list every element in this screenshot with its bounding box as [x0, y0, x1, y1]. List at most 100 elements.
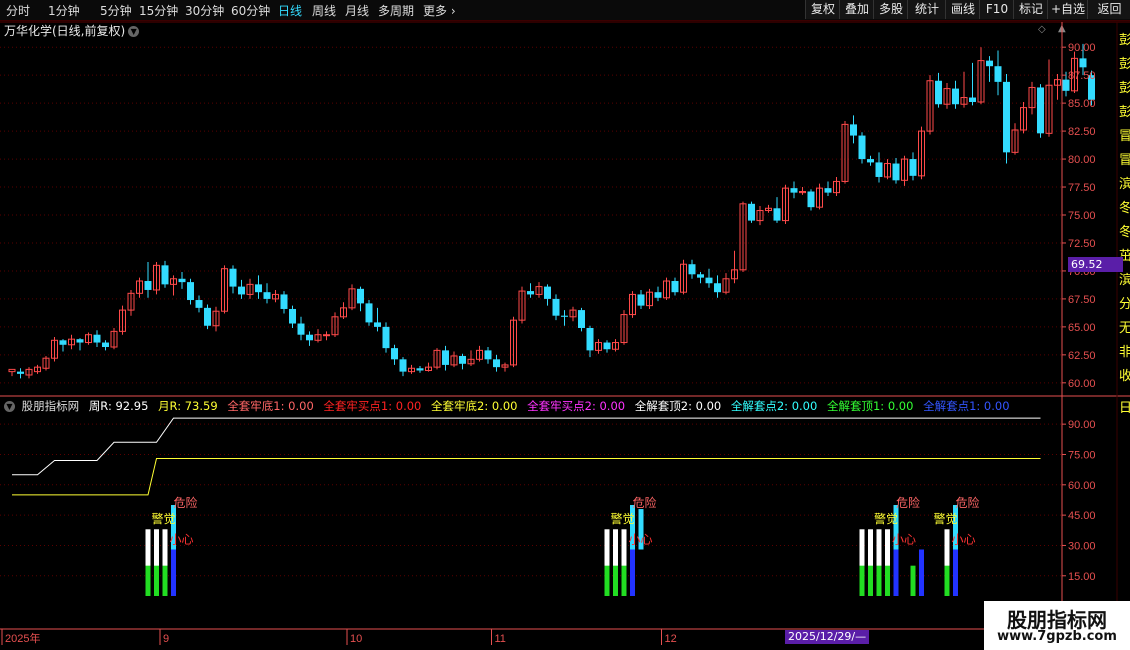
candle-body-down [187, 282, 194, 301]
y-tick-label: 90.00 [1068, 42, 1096, 54]
candle-body-down [807, 191, 815, 208]
y-tick-label: 82.50 [1068, 126, 1096, 138]
signal-bar-green [885, 565, 890, 596]
annotation-danger: 危险 [174, 495, 198, 510]
candle-body-down [365, 303, 373, 323]
candle-body-down [986, 60, 993, 67]
candle-body-down [705, 277, 713, 284]
annotation-alert: 警觉 [611, 511, 635, 526]
y-tick-label: 85.00 [1068, 98, 1096, 110]
candle-body-down [195, 300, 203, 308]
side-glyph: 滨 [1119, 272, 1130, 288]
candle-body-down [561, 315, 568, 317]
annotation-careful: 小心 [629, 532, 653, 546]
candle-body-down [952, 88, 959, 105]
candle-body-down [229, 268, 237, 287]
candle-body-down [637, 294, 645, 306]
y-tick-label: 77.50 [1068, 182, 1096, 194]
signal-bar-green [613, 565, 618, 596]
y-tick-label: 60.00 [1068, 378, 1096, 390]
candle-body-down [374, 322, 381, 327]
side-glyph: 冒 [1119, 129, 1130, 144]
candle-body-down [790, 188, 798, 193]
side-glyph: 彭 [1119, 105, 1130, 120]
signal-bar-green [621, 565, 627, 596]
candle-body-down [59, 340, 67, 345]
candle-body-down [442, 350, 449, 365]
chart-canvas[interactable]: 危险警觉小心 危险警觉小心 危险警觉小心 危险警觉小心 60.00 62.50 65.00… [0, 0, 1130, 650]
annotation-danger: 危险 [633, 495, 657, 510]
side-glyph: 冬 [1119, 224, 1130, 240]
candle-body-down [1079, 58, 1087, 68]
candle-body-down [586, 327, 594, 351]
candle-body-down [144, 281, 152, 290]
annotation-careful: 小心 [952, 532, 976, 546]
side-glyph: 冒 [1119, 153, 1130, 168]
candle-body-down [280, 294, 288, 309]
site-logo: 股朋指标网 www.7gpzb.com [984, 601, 1130, 650]
candle-body-down [178, 278, 186, 283]
side-glyph: 滨 [1119, 176, 1130, 192]
candle-body-down [858, 135, 866, 160]
candle-body-down [76, 339, 84, 343]
x-tick-label: 11 [495, 633, 506, 645]
candle-body-down [748, 203, 755, 221]
candle-body-down [484, 350, 492, 360]
annotation-alert: 警觉 [152, 511, 176, 526]
candle-body-down [994, 66, 1002, 82]
logo-url: www.7gpzb.com [997, 629, 1117, 644]
legend-month-r: 月R: 73.59 [158, 399, 218, 413]
signal-bar-blue [171, 549, 176, 596]
candle-body-up [323, 334, 330, 337]
grid-layer [0, 21, 1130, 650]
y-tick-label: 62.50 [1068, 350, 1096, 362]
annotation-alert: 警觉 [934, 511, 958, 526]
cursor-date-box: 2025/12/29/— [785, 630, 870, 644]
candle-body-down [204, 307, 211, 326]
candle-body-down [161, 265, 169, 285]
candle-body-down [552, 298, 560, 316]
candle-body-down [935, 80, 942, 105]
signal-bar-blue [919, 549, 924, 596]
candle-body-down [969, 97, 976, 103]
side-glyph: 冬 [1119, 200, 1130, 216]
indicator-menu-icon[interactable]: ▼ [4, 401, 15, 412]
side-glyph: 彭 [1119, 33, 1130, 48]
candle-body-down [544, 286, 551, 299]
annotation-danger: 危险 [956, 495, 980, 510]
candle-body-down [255, 284, 262, 293]
signal-bar-green [145, 565, 151, 596]
candle-body-down [714, 283, 721, 293]
candle-body-down [1037, 87, 1044, 134]
signal-bar-blue [630, 549, 635, 596]
candle-body-down [671, 281, 679, 293]
candle-body-down [493, 359, 500, 368]
candle-body-down [875, 162, 883, 177]
candle-body-down [1003, 81, 1010, 153]
side-glyph: 彭 [1119, 81, 1130, 96]
annotation-danger: 危险 [896, 495, 920, 510]
y-tick-label: 75.00 [1068, 210, 1096, 222]
y-tick-label: 72.50 [1068, 238, 1096, 250]
y-tick-label: 67.50 [1068, 294, 1096, 306]
legend-jietao-point-1: 全解套点1: 0.00 [923, 399, 1010, 413]
candle-body-down [238, 286, 245, 295]
ind-y-tick-label: 75.00 [1068, 449, 1096, 461]
candle-body-down [824, 188, 832, 193]
signal-bar-green [859, 565, 865, 596]
candle-body-down [382, 326, 390, 349]
y-tick-label: 65.00 [1068, 322, 1096, 334]
candle-body-down [306, 334, 313, 341]
signal-bar-green [604, 565, 610, 596]
candle-body-down [93, 334, 101, 343]
signal-bar-green [910, 565, 916, 596]
current-price-tag: 69.52 [1068, 257, 1123, 272]
side-glyph: 无 [1119, 321, 1130, 336]
candle-body-down [867, 159, 874, 163]
side-glyph: 收 [1119, 369, 1130, 384]
indicator-layer: 危险警觉小心 危险警觉小心 危险警觉小心 危险警觉小心 [12, 417, 1041, 596]
legend-week-r: 周R: 92.95 [88, 399, 149, 413]
candle-body-down [527, 291, 534, 295]
y-tick-label: 80.00 [1068, 154, 1096, 166]
signal-bar-blue [893, 549, 899, 596]
